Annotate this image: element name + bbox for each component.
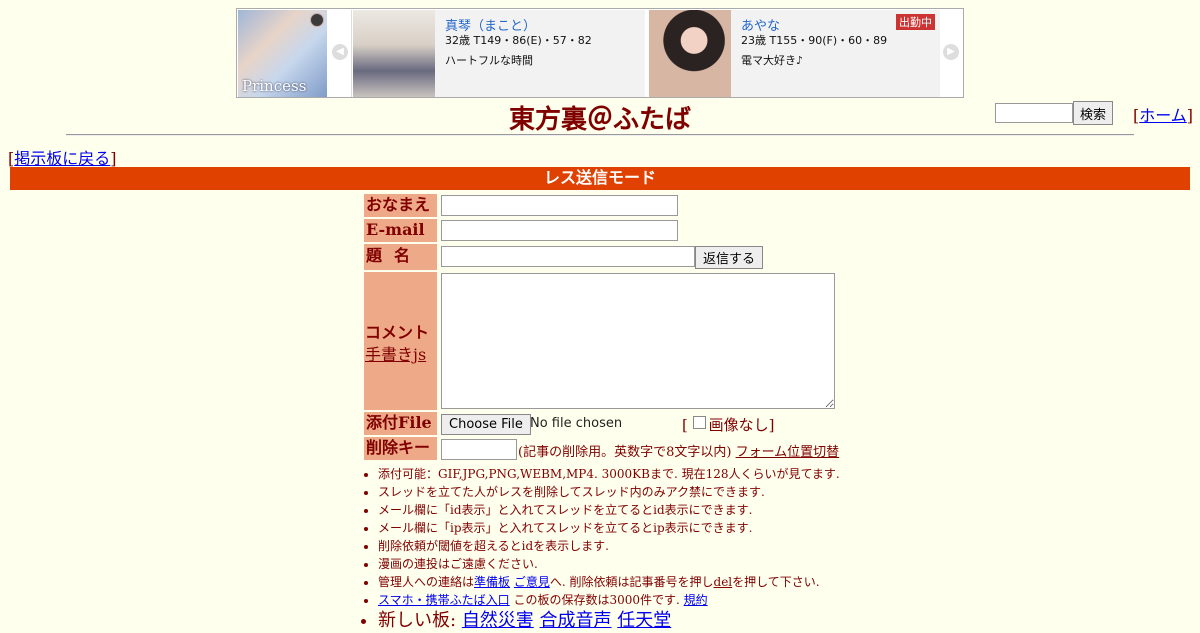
search-input[interactable] [995, 103, 1073, 123]
no-image-checkbox[interactable] [692, 416, 706, 429]
delete-key-note-wrap: (記事の削除用。英数字で8文字以内) フォーム位置切替 [518, 441, 839, 460]
comment-label-cell: コメント 手書きjs [364, 272, 437, 410]
delete-key-note: (記事の削除用。英数字で8文字以内) [518, 445, 732, 460]
email-field[interactable] [441, 220, 678, 241]
feedback-link[interactable]: ご意見 [514, 575, 550, 589]
comment-label: コメント [365, 323, 430, 342]
bracket: [ [682, 416, 688, 434]
emblem-icon [310, 13, 324, 27]
choose-file-button[interactable]: Choose File [441, 414, 531, 435]
ad-prev-button[interactable]: ◀ [329, 10, 352, 97]
list-item: 管理人への連絡は準備板 ご意見へ. 削除依頼は記事番号を押しdelを押して下さい… [378, 573, 840, 591]
list-item: 漫画の連投はご遠慮ください. [378, 555, 840, 573]
subject-field[interactable] [441, 246, 695, 267]
search-form: 検索 [995, 101, 1114, 125]
form-position-toggle-link[interactable]: フォーム位置切替 [736, 445, 840, 460]
prep-board-link[interactable]: 準備板 [474, 575, 510, 589]
email-label: E-mail [364, 219, 437, 242]
ad-logo[interactable]: Princess [238, 10, 327, 97]
note-text: を押して下さい. [732, 575, 820, 589]
name-label: おなまえ [364, 194, 437, 217]
no-image-option: [ 画像なし] [682, 414, 775, 435]
search-button[interactable]: 検索 [1073, 101, 1114, 125]
divider [66, 134, 1134, 136]
list-item: 新しい板: 自然災害 合成音声 任天堂 [378, 609, 840, 633]
handwriting-link[interactable]: 手書きjs [365, 341, 426, 365]
note-text: この板の保存数は3000件です. [513, 593, 680, 607]
bracket: ] [110, 149, 117, 168]
note-text: へ. 削除依頼は記事番号を押し [549, 575, 714, 589]
list-item: メール欄に「id表示」と入れてスレッドを立てるとid表示にできます. [378, 501, 840, 519]
list-item: 削除依頼が閾値を超えるとidを表示します. [378, 537, 840, 555]
back-nav: [掲示板に戻る] [8, 145, 117, 169]
list-item: スレッドを立てた人がレスを削除してスレッド内のみアク禁にできます. [378, 483, 840, 501]
chevron-right-icon: ▶ [943, 44, 959, 60]
comment-textarea[interactable] [441, 273, 835, 409]
ad-card-photo [649, 10, 731, 97]
note-text: 新しい板: [378, 610, 457, 631]
status-badge: 出勤中 [896, 14, 935, 30]
bracket: ] [768, 416, 775, 434]
home-nav: [ホーム] [1133, 102, 1193, 126]
list-item: スマホ・携帯ふたば入口 この板の保存数は3000件です. 規約 [378, 591, 840, 609]
ad-card-message: ハートフルな時間 [445, 54, 533, 67]
ad-card-photo [353, 10, 435, 97]
delete-key-field[interactable] [441, 439, 517, 460]
file-label: 添付File [364, 412, 437, 435]
list-item: メール欄に「ip表示」と入れてスレッドを立てるとip表示にできます. [378, 519, 840, 537]
list-item: 添付可能：GIF,JPG,PNG,WEBM,MP4. 3000KBまで. 現在1… [378, 465, 840, 483]
ad-next-button[interactable]: ▶ [940, 10, 962, 97]
no-image-label: 画像なし [708, 416, 769, 434]
chevron-left-icon: ◀ [332, 44, 348, 60]
ad-logo-text: Princess [242, 77, 307, 95]
note-text: 管理人への連絡は [378, 575, 475, 589]
back-to-board-link[interactable]: 掲示板に戻る [14, 149, 110, 168]
reply-submit-button[interactable]: 返信する [695, 246, 764, 269]
subject-label: 題名 [364, 244, 437, 270]
ad-card[interactable]: あやな 出勤中 23歳 T155・90(F)・60・89 電マ大好き♪ [649, 10, 941, 97]
mobile-entrance-link[interactable]: スマホ・携帯ふたば入口 [378, 593, 510, 607]
ad-card-stats: 32歳 T149・86(E)・57・82 [445, 34, 592, 47]
board-notes: 添付可能：GIF,JPG,PNG,WEBM,MP4. 3000KBまで. 現在1… [362, 465, 840, 633]
new-board-link[interactable]: 任天堂 [617, 610, 671, 631]
mode-banner: レス送信モード [10, 167, 1190, 190]
ad-card[interactable]: 真琴（まこと） 32歳 T149・86(E)・57・82 ハートフルな時間 [353, 10, 645, 97]
new-board-link[interactable]: 合成音声 [540, 610, 612, 631]
delete-key-label: 削除キー [364, 437, 437, 460]
home-link[interactable]: ホーム [1139, 106, 1187, 125]
new-board-link[interactable]: 自然災害 [462, 610, 534, 631]
del-text: del [713, 575, 733, 589]
ad-card-stats: 23歳 T155・90(F)・60・89 [741, 34, 888, 47]
file-status: No file chosen [530, 416, 623, 431]
ad-card-message: 電マ大好き♪ [741, 54, 804, 67]
bracket: ] [1186, 106, 1194, 125]
name-field[interactable] [441, 195, 678, 216]
ad-banner[interactable]: Princess ◀ 真琴（まこと） 32歳 T149・86(E)・57・82 … [236, 8, 964, 98]
rules-link[interactable]: 規約 [684, 593, 708, 607]
